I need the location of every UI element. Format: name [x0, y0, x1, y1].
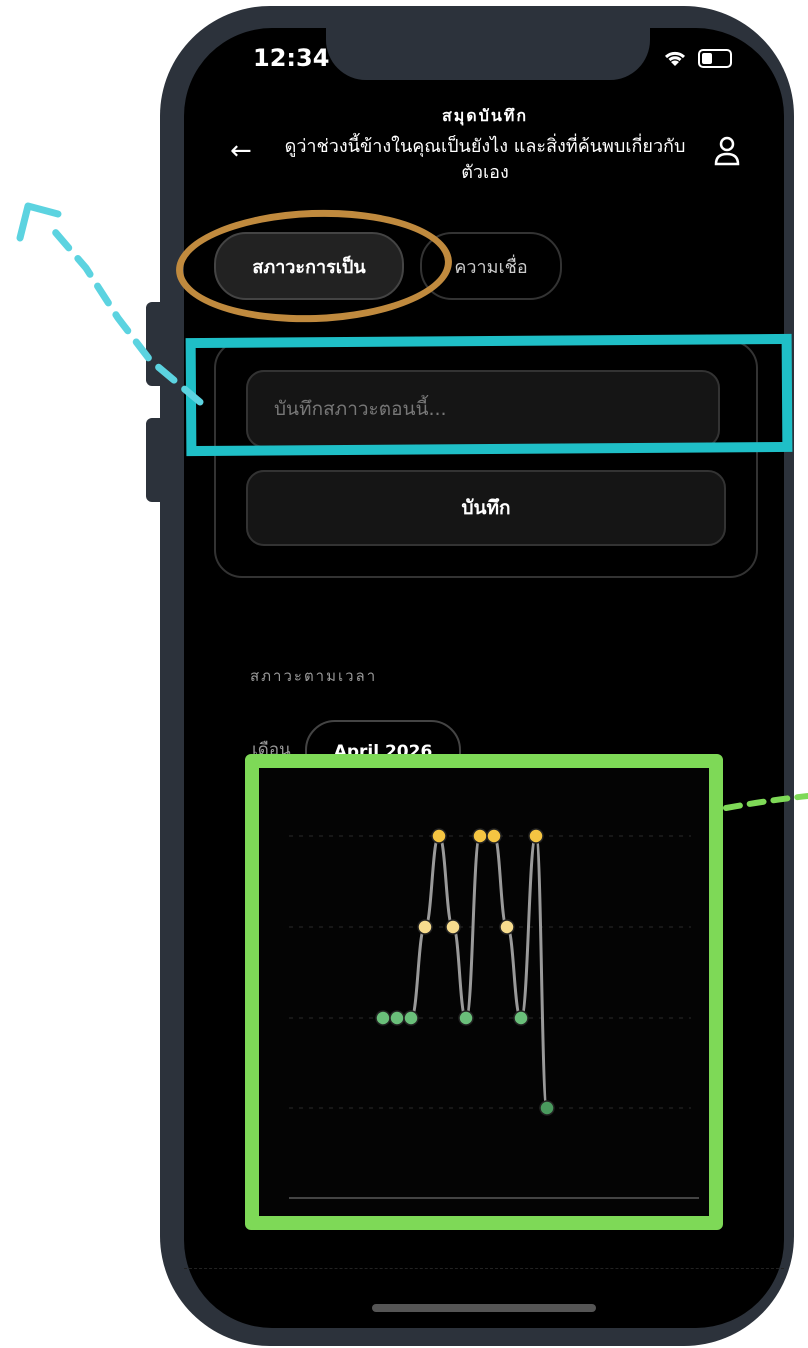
annotation-arrows: [16, 202, 808, 811]
